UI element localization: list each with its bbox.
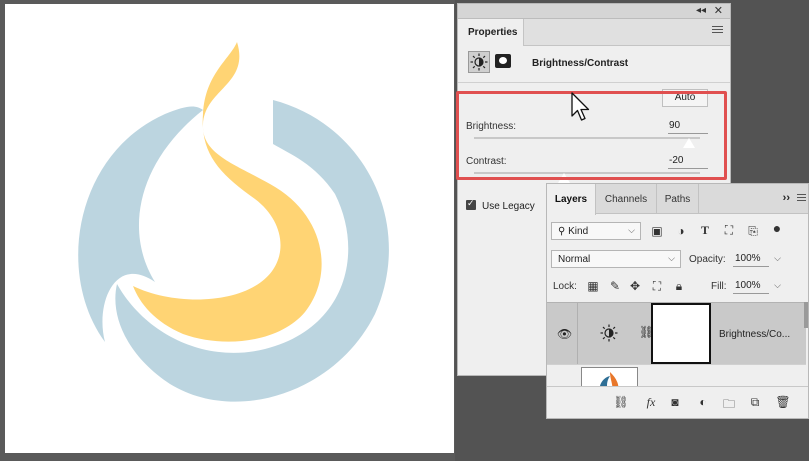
opacity-label: Opacity: xyxy=(689,254,726,265)
layer-name[interactable]: Brightness/Co... xyxy=(719,329,790,340)
tab-channels[interactable]: Channels xyxy=(596,184,657,214)
new-group-folder-icon[interactable]: 🗀︎ xyxy=(721,395,737,416)
lock-artboard-icon[interactable]: ⛶ xyxy=(649,279,665,294)
filter-kind-select[interactable]: ⚲ Kind ⌵ xyxy=(551,222,641,240)
checkbox-checked-icon[interactable] xyxy=(466,198,476,210)
opacity-value: 100% xyxy=(735,253,761,264)
contrast-slider-thumb[interactable] xyxy=(557,172,571,184)
panel-menu-icon[interactable] xyxy=(797,194,806,203)
document-canvas-area xyxy=(0,0,455,461)
layers-tab-row: Layers Channels Paths ›› xyxy=(547,184,808,215)
chevron-down-icon: ⌵ xyxy=(628,225,635,235)
brightness-adjustment-icon[interactable] xyxy=(468,51,490,73)
blend-mode-select[interactable]: Normal ⌵ xyxy=(551,250,681,268)
collapse-icon[interactable]: ◂◂ xyxy=(696,5,706,16)
fill-value: 100% xyxy=(735,280,761,291)
visibility-eye-icon[interactable]: 👁︎ xyxy=(557,327,572,341)
brightness-label: Brightness: xyxy=(466,121,517,132)
contrast-label: Contrast: xyxy=(466,156,507,167)
lock-transparent-icon[interactable]: ▦ xyxy=(585,279,601,293)
layer-thumbnail xyxy=(581,367,638,386)
contrast-value-input[interactable]: -20 xyxy=(668,155,708,169)
properties-tab-row: Properties xyxy=(458,19,730,46)
layer-row[interactable] xyxy=(547,364,806,386)
chevron-down-icon: ⌵ xyxy=(774,253,781,263)
use-legacy-label: Use Legacy xyxy=(482,201,535,212)
lock-position-icon[interactable]: ✥ xyxy=(627,279,643,293)
use-legacy-checkbox[interactable]: Use Legacy xyxy=(466,198,535,212)
shape-filter-icon[interactable]: ⛶ xyxy=(721,223,737,238)
blend-mode-value: Normal xyxy=(558,254,591,265)
layer-mask-thumbnail[interactable] xyxy=(651,303,711,364)
filter-toggle-icon[interactable]: ● xyxy=(769,220,785,236)
layers-panel: Layers Channels Paths ›› ⚲ Kind ⌵ ▣ ◑ T … xyxy=(546,183,809,419)
adjustment-filter-icon[interactable]: ◑ xyxy=(673,224,689,238)
document-canvas[interactable] xyxy=(5,4,454,453)
fill-input[interactable]: 100% ⌵ xyxy=(733,280,781,294)
brightness-value-input[interactable]: 90 xyxy=(668,120,708,134)
close-icon[interactable]: ✕ xyxy=(714,4,723,17)
adjustment-title: Brightness/Contrast xyxy=(532,58,629,69)
brightness-slider-track[interactable] xyxy=(474,137,700,139)
lock-label: Lock: xyxy=(553,281,577,292)
auto-button[interactable]: Auto xyxy=(662,89,708,107)
layer-mask-icon[interactable] xyxy=(495,54,511,68)
add-mask-icon[interactable]: ◙ xyxy=(667,395,683,409)
scrollbar[interactable] xyxy=(804,302,808,328)
opacity-input[interactable]: 100% ⌵ xyxy=(733,253,781,267)
panel-title-bar: ◂◂ ✕ xyxy=(458,4,730,19)
chevron-down-icon: ⌵ xyxy=(668,253,675,263)
tab-paths[interactable]: Paths xyxy=(657,184,699,214)
new-layer-icon[interactable]: ⧉ xyxy=(747,395,763,410)
mouse-cursor-icon xyxy=(571,92,590,121)
lock-pixels-icon[interactable]: ✎ xyxy=(607,279,623,293)
lock-all-icon[interactable]: 🔒︎ xyxy=(671,279,687,294)
contrast-slider-track[interactable] xyxy=(474,172,700,174)
smart-object-filter-icon[interactable]: ⎘ xyxy=(745,224,761,239)
link-layers-icon[interactable]: ⛓︎ xyxy=(613,395,629,409)
chevron-down-icon: ⌵ xyxy=(774,280,781,290)
expand-icon[interactable]: ›› xyxy=(783,192,790,204)
tab-layers[interactable]: Layers xyxy=(547,184,596,215)
type-filter-icon[interactable]: T xyxy=(697,223,713,238)
layer-row[interactable]: 👁︎ ⛓︎ Brightness/Co... xyxy=(547,302,806,364)
fill-label: Fill: xyxy=(711,281,727,292)
pixel-filter-icon[interactable]: ▣ xyxy=(649,224,665,238)
layer-style-fx-icon[interactable]: fx xyxy=(643,395,659,410)
brightness-slider-thumb[interactable] xyxy=(682,137,696,149)
tab-properties[interactable]: Properties xyxy=(458,19,524,46)
new-adjustment-layer-icon[interactable]: ◐ xyxy=(695,395,711,409)
brightness-adjustment-icon xyxy=(600,324,618,342)
delete-layer-trash-icon[interactable]: 🗑︎ xyxy=(775,395,791,409)
panel-menu-icon[interactable] xyxy=(712,26,723,35)
divider xyxy=(458,82,730,83)
flame-logo-image xyxy=(78,42,389,402)
filter-kind-value: Kind xyxy=(568,226,589,237)
search-icon: ⚲ xyxy=(558,226,566,237)
layers-footer-toolbar: ⛓︎ fx ◙ ◐ 🗀︎ ⧉ 🗑︎ xyxy=(547,386,808,418)
